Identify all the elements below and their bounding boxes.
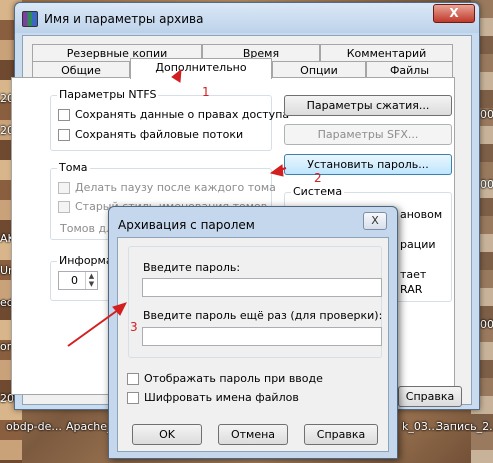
ok-button[interactable]: OK	[132, 424, 202, 445]
checkbox-label: Шифровать имена файлов	[144, 391, 299, 404]
checkbox-box[interactable]	[127, 372, 139, 385]
password-dialog: Архивация с паролем X Введите пароль: Вв…	[108, 206, 398, 459]
spinner-arrows-icon[interactable]: ▲ ▼	[85, 272, 97, 289]
dialog-title: Архивация с паролем	[118, 218, 255, 232]
info-group-title: Информа	[57, 254, 115, 267]
checkbox-label: Делать паузу после каждого тома	[75, 181, 276, 194]
volumes-group-title: Тома	[57, 161, 90, 174]
checkbox-box[interactable]	[58, 200, 70, 213]
confirm-password-label: Введите пароль ещё раз (для проверки):	[143, 309, 383, 322]
checkbox-box[interactable]	[58, 128, 70, 141]
annotation-number-3: 3	[130, 320, 138, 334]
dialog-help-button[interactable]: Справка	[304, 424, 378, 445]
close-button[interactable]: X	[433, 4, 475, 23]
pause-after-volume-checkbox[interactable]: Делать паузу после каждого тома	[58, 181, 276, 194]
dialog-body: Введите пароль: Введите пароль ещё раз (…	[117, 237, 389, 452]
checkbox-label: Отображать пароль при вводе	[144, 372, 323, 385]
sfx-settings-button[interactable]: Параметры SFX...	[284, 124, 452, 145]
window-title: Имя и параметры архива	[44, 12, 204, 26]
main-help-button[interactable]: Справка	[398, 386, 462, 407]
password-fields-group: Введите пароль: Введите пароль ещё раз (…	[128, 246, 382, 358]
set-password-button[interactable]: Установить пароль...	[284, 154, 452, 175]
compression-settings-button[interactable]: Параметры сжатия...	[284, 95, 452, 116]
tab-advanced[interactable]: Дополнительно	[130, 58, 272, 79]
annotation-number-1: 1	[202, 85, 210, 99]
password-label: Введите пароль:	[143, 261, 241, 274]
confirm-password-input[interactable]	[142, 327, 382, 346]
annotation-number-2: 2	[314, 171, 322, 185]
taskbar-item[interactable]: k_03...	[402, 420, 438, 433]
tab-comment[interactable]: Комментарий	[320, 44, 453, 62]
system-text-fragment: рации	[400, 238, 436, 251]
system-text-fragment: тает	[400, 268, 427, 281]
taskbar-item[interactable]: obdp-de...	[6, 420, 62, 433]
volumes-partial-label: Томов дл	[60, 222, 114, 235]
checkbox-box[interactable]	[127, 391, 139, 404]
checkbox-box[interactable]	[58, 108, 70, 121]
save-access-rights-checkbox[interactable]: Сохранять данные о правах доступа	[58, 108, 289, 121]
system-text-fragment: ановом	[400, 208, 443, 221]
checkbox-label: Сохранять данные о правах доступа	[75, 108, 290, 121]
ntfs-group: Параметры NTFS	[50, 88, 272, 151]
winrar-icon	[22, 11, 38, 27]
dialog-close-button[interactable]: X	[363, 212, 387, 230]
password-input[interactable]	[142, 278, 382, 297]
system-text-fragment: RAR	[400, 283, 423, 296]
save-file-streams-checkbox[interactable]: Сохранять файловые потоки	[58, 128, 243, 141]
ntfs-group-title: Параметры NTFS	[57, 88, 159, 101]
taskbar-item[interactable]: Запись_2...	[436, 420, 493, 433]
cancel-button[interactable]: Отмена	[218, 424, 288, 445]
system-group-title: Система	[291, 185, 345, 198]
checkbox-box[interactable]	[58, 181, 70, 194]
title-bar[interactable]: Имя и параметры архива X	[15, 3, 479, 33]
info-spinner[interactable]: 0 ▲ ▼	[58, 271, 98, 290]
show-password-checkbox[interactable]: Отображать пароль при вводе	[127, 372, 323, 385]
checkbox-label: Сохранять файловые потоки	[75, 128, 244, 141]
info-spinner-value: 0	[71, 274, 78, 287]
encrypt-filenames-checkbox[interactable]: Шифровать имена файлов	[127, 391, 299, 404]
